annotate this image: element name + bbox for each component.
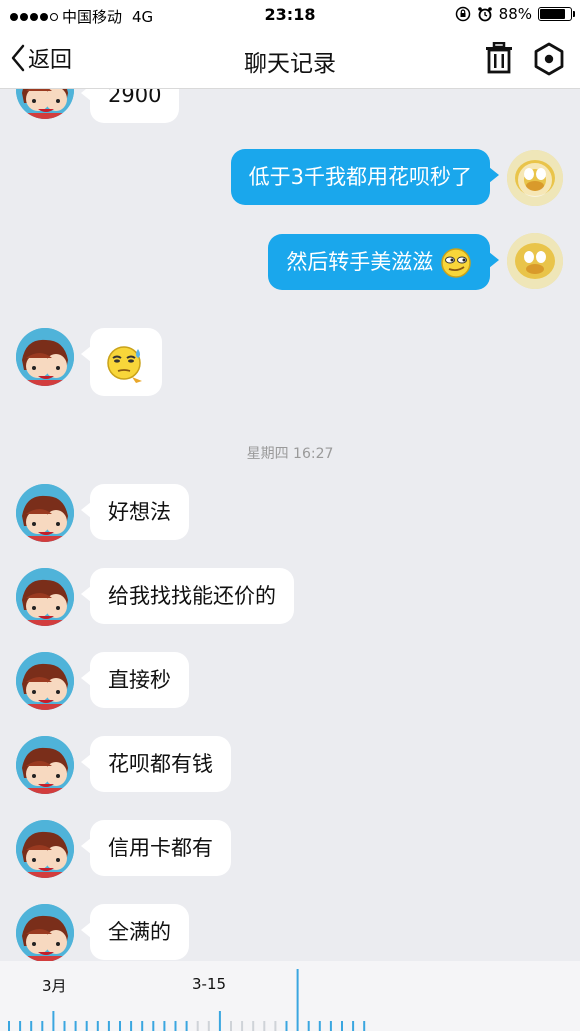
timeline-tick [19, 1021, 22, 1031]
timeline-tick [185, 1021, 188, 1031]
timeline-tick [318, 1021, 321, 1031]
message-bubble[interactable]: 2900 [80, 89, 180, 123]
timeline-tick [307, 1021, 310, 1031]
battery-icon [538, 7, 575, 21]
message-bubble[interactable]: 信用卡都有 [81, 820, 231, 876]
smirk-emoji-icon [441, 248, 471, 278]
time-divider: 星期四 16:27 [246, 446, 334, 462]
message-text: 然后转手美滋滋 [286, 250, 434, 274]
timeline-scrubber[interactable]: 3月 3-15 [0, 961, 580, 1031]
settings-button[interactable] [533, 42, 565, 80]
timeline-tick [352, 1021, 355, 1031]
timeline-tick [285, 1021, 288, 1031]
message-bubble[interactable]: 花呗都有钱 [81, 736, 231, 792]
timeline-tick [41, 1021, 44, 1031]
message-text: 信用卡都有 [108, 836, 213, 860]
contact-avatar[interactable] [16, 484, 74, 542]
my-avatar[interactable] [507, 150, 563, 206]
message-text: 直接秒 [108, 668, 171, 692]
message-text: 花呗都有钱 [108, 752, 213, 776]
delete-button[interactable] [484, 41, 514, 78]
timeline-tick [63, 1021, 66, 1031]
contact-avatar[interactable] [16, 89, 74, 119]
message-bubble[interactable] [81, 328, 162, 396]
contact-avatar[interactable] [16, 904, 74, 961]
timeline-tick [52, 1011, 55, 1031]
message-bubble[interactable]: 全满的 [81, 904, 189, 960]
timeline-tick [141, 1021, 144, 1031]
hexagon-settings-icon [534, 42, 564, 76]
timeline-tick [107, 1021, 110, 1031]
sweat-emoji-icon [107, 346, 142, 383]
timeline-tick [241, 1021, 244, 1031]
cartoon-avatar-icon [16, 820, 74, 878]
message-bubble-sent[interactable]: 然后转手美滋滋 [268, 234, 499, 290]
timeline-tick [363, 1021, 366, 1031]
timeline-ticks[interactable] [0, 961, 580, 1031]
timeline-tick [96, 1021, 99, 1031]
message-text: 好想法 [108, 500, 171, 524]
contact-avatar[interactable] [16, 652, 74, 710]
timeline-tick [296, 969, 299, 1031]
my-avatar[interactable] [507, 233, 563, 289]
contact-avatar[interactable] [16, 820, 74, 878]
battery-percent: 88% [498, 5, 532, 23]
cartoon-avatar-icon [16, 736, 74, 794]
timeline-tick [230, 1021, 232, 1031]
timeline-tick [74, 1021, 77, 1031]
timeline-tick [174, 1021, 177, 1031]
contact-avatar[interactable] [16, 328, 74, 386]
timeline-tick [218, 1011, 221, 1031]
cartoon-avatar-icon [16, 328, 74, 386]
alarm-icon [477, 7, 492, 22]
cartoon-avatar-icon [16, 568, 74, 626]
timeline-tick [274, 1021, 277, 1031]
timeline-tick [252, 1021, 255, 1031]
message-text: 2900 [108, 89, 162, 107]
message-bubble[interactable]: 给我找找能还价的 [81, 568, 294, 624]
cartoon-avatar-icon [16, 652, 74, 710]
message-text: 给我找找能还价的 [108, 584, 276, 608]
timeline-tick [130, 1021, 133, 1031]
timeline-tick [329, 1021, 332, 1031]
message-text: 低于3千我都用花呗秒了 [248, 165, 472, 189]
cartoon-avatar-icon [16, 89, 74, 119]
cartoon-avatar-icon [16, 904, 74, 961]
timeline-tick [8, 1021, 10, 1031]
message-text: 全满的 [108, 920, 171, 944]
orientation-lock-icon [455, 6, 470, 22]
nav-bar: 返回 聊天记录 [0, 30, 580, 89]
battery-fill [540, 9, 565, 19]
timeline-tick [196, 1021, 199, 1031]
message-bubble[interactable]: 好想法 [81, 484, 189, 540]
timeline-tick [152, 1021, 155, 1031]
timeline-tick [85, 1021, 88, 1031]
cartoon-avatar-icon [16, 484, 74, 542]
timeline-tick [30, 1021, 33, 1031]
timeline-tick [119, 1021, 121, 1031]
message-bubble[interactable]: 直接秒 [81, 652, 189, 708]
timeline-tick [207, 1021, 210, 1031]
duck-avatar-icon [507, 233, 563, 289]
trash-icon [486, 41, 512, 74]
status-bar: 中国移动 4G 23:18 88% [0, 0, 580, 30]
timeline-tick [341, 1021, 343, 1031]
contact-avatar[interactable] [16, 568, 74, 626]
chat-history[interactable]: 2900 低于3千我都用花呗秒了 然后转手美滋滋 星期四 16:27 好想法 给… [0, 89, 580, 961]
message-bubble-sent[interactable]: 低于3千我都用花呗秒了 [230, 149, 500, 205]
duck-avatar-icon [507, 150, 563, 206]
status-right: 88% [455, 5, 575, 23]
timeline-tick [263, 1021, 266, 1031]
timeline-tick [163, 1021, 166, 1031]
contact-avatar[interactable] [16, 736, 74, 794]
